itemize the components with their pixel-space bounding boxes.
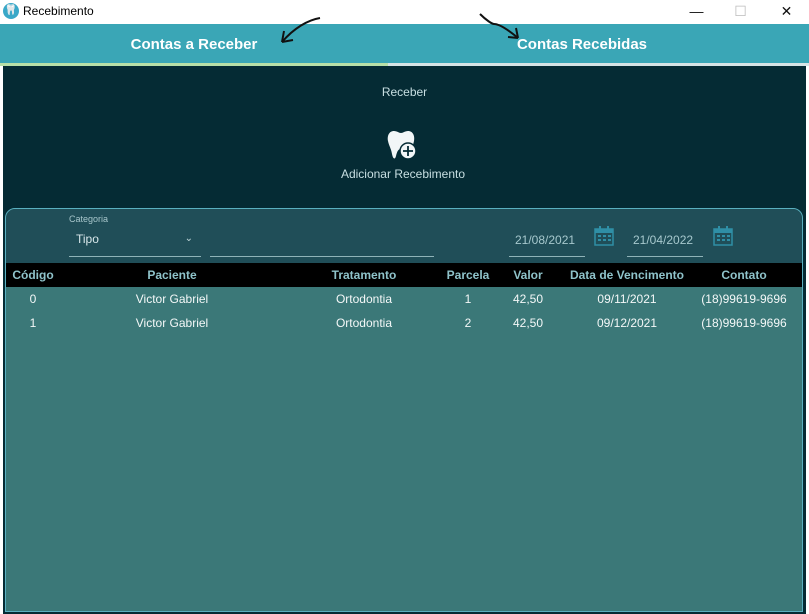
table-row[interactable]: 1 Victor Gabriel Ortodontia 2 42,50 09/1…	[6, 311, 802, 335]
cell-valor: 42,50	[512, 292, 544, 306]
category-value: Tipo	[76, 232, 99, 246]
cell-parcela: 1	[464, 292, 472, 306]
date-from-field[interactable]: 21/08/2021	[509, 227, 585, 257]
annotation-arrow-icon	[479, 13, 519, 39]
chevron-down-icon: ⌄	[184, 233, 193, 244]
date-to-field[interactable]: 21/04/2022	[627, 227, 703, 257]
date-to-value: 21/04/2022	[633, 233, 694, 247]
cell-valor: 42,50	[512, 316, 544, 330]
table-header: Código Paciente Tratamento Parcela Valor…	[6, 263, 802, 287]
cell-codigo: 1	[29, 316, 37, 330]
close-button[interactable]: ✕	[764, 0, 809, 24]
category-select[interactable]: Tipo ⌄	[69, 227, 201, 257]
table-panel: Categoria Tipo ⌄ 21/08/2021 21/04/2022 C…	[5, 208, 803, 612]
add-recebimento-label: Adicionar Recebimento	[340, 167, 466, 181]
cell-tratamento: Ortodontia	[335, 292, 393, 306]
main-content: Receber Adicionar Recebimento Categoria …	[3, 66, 806, 614]
tab-bar: Contas a Receber Contas Recebidas	[0, 24, 809, 66]
cell-paciente: Victor Gabriel	[135, 292, 209, 306]
cell-paciente: Victor Gabriel	[135, 316, 209, 330]
tab-contas-a-receber[interactable]: Contas a Receber	[0, 24, 388, 66]
column-header-contato[interactable]: Contato	[698, 263, 790, 287]
calendar-to-icon[interactable]	[712, 225, 734, 247]
maximize-button[interactable]: ☐	[718, 0, 763, 24]
tooth-add-icon	[387, 131, 417, 160]
column-header-valor[interactable]: Valor	[502, 263, 554, 287]
date-from-value: 21/08/2021	[515, 233, 576, 247]
cell-contato: (18)99619-9696	[701, 292, 787, 306]
cell-data-vencimento: 09/12/2021	[596, 316, 658, 330]
calendar-from-icon[interactable]	[593, 225, 615, 247]
category-label: Categoria	[69, 214, 109, 224]
search-input[interactable]	[210, 256, 434, 257]
column-header-codigo[interactable]: Código	[6, 263, 60, 287]
column-header-parcela[interactable]: Parcela	[438, 263, 498, 287]
add-recebimento-button[interactable]: Adicionar Recebimento	[333, 126, 473, 186]
tab-contas-recebidas[interactable]: Contas Recebidas	[388, 24, 776, 66]
table-row[interactable]: 0 Victor Gabriel Ortodontia 1 42,50 09/1…	[6, 287, 802, 311]
window-title: Recebimento	[23, 4, 94, 18]
annotation-arrow-icon	[281, 17, 321, 43]
cell-data-vencimento: 09/11/2021	[597, 292, 657, 306]
title-bar: 🦷 Recebimento — ☐ ✕	[0, 0, 809, 24]
cell-contato: (18)99619-9696	[701, 316, 787, 330]
column-header-data-vencimento[interactable]: Data de Vencimento	[560, 263, 694, 287]
cell-codigo: 0	[29, 292, 37, 306]
minimize-button[interactable]: —	[674, 0, 719, 24]
column-header-paciente[interactable]: Paciente	[100, 263, 244, 287]
tooth-app-icon: 🦷	[3, 3, 19, 19]
column-header-tratamento[interactable]: Tratamento	[304, 263, 424, 287]
cell-tratamento: Ortodontia	[335, 316, 393, 330]
cell-parcela: 2	[464, 316, 472, 330]
section-title: Receber	[381, 85, 428, 99]
filter-bar: Categoria Tipo ⌄ 21/08/2021 21/04/2022	[6, 209, 802, 263]
